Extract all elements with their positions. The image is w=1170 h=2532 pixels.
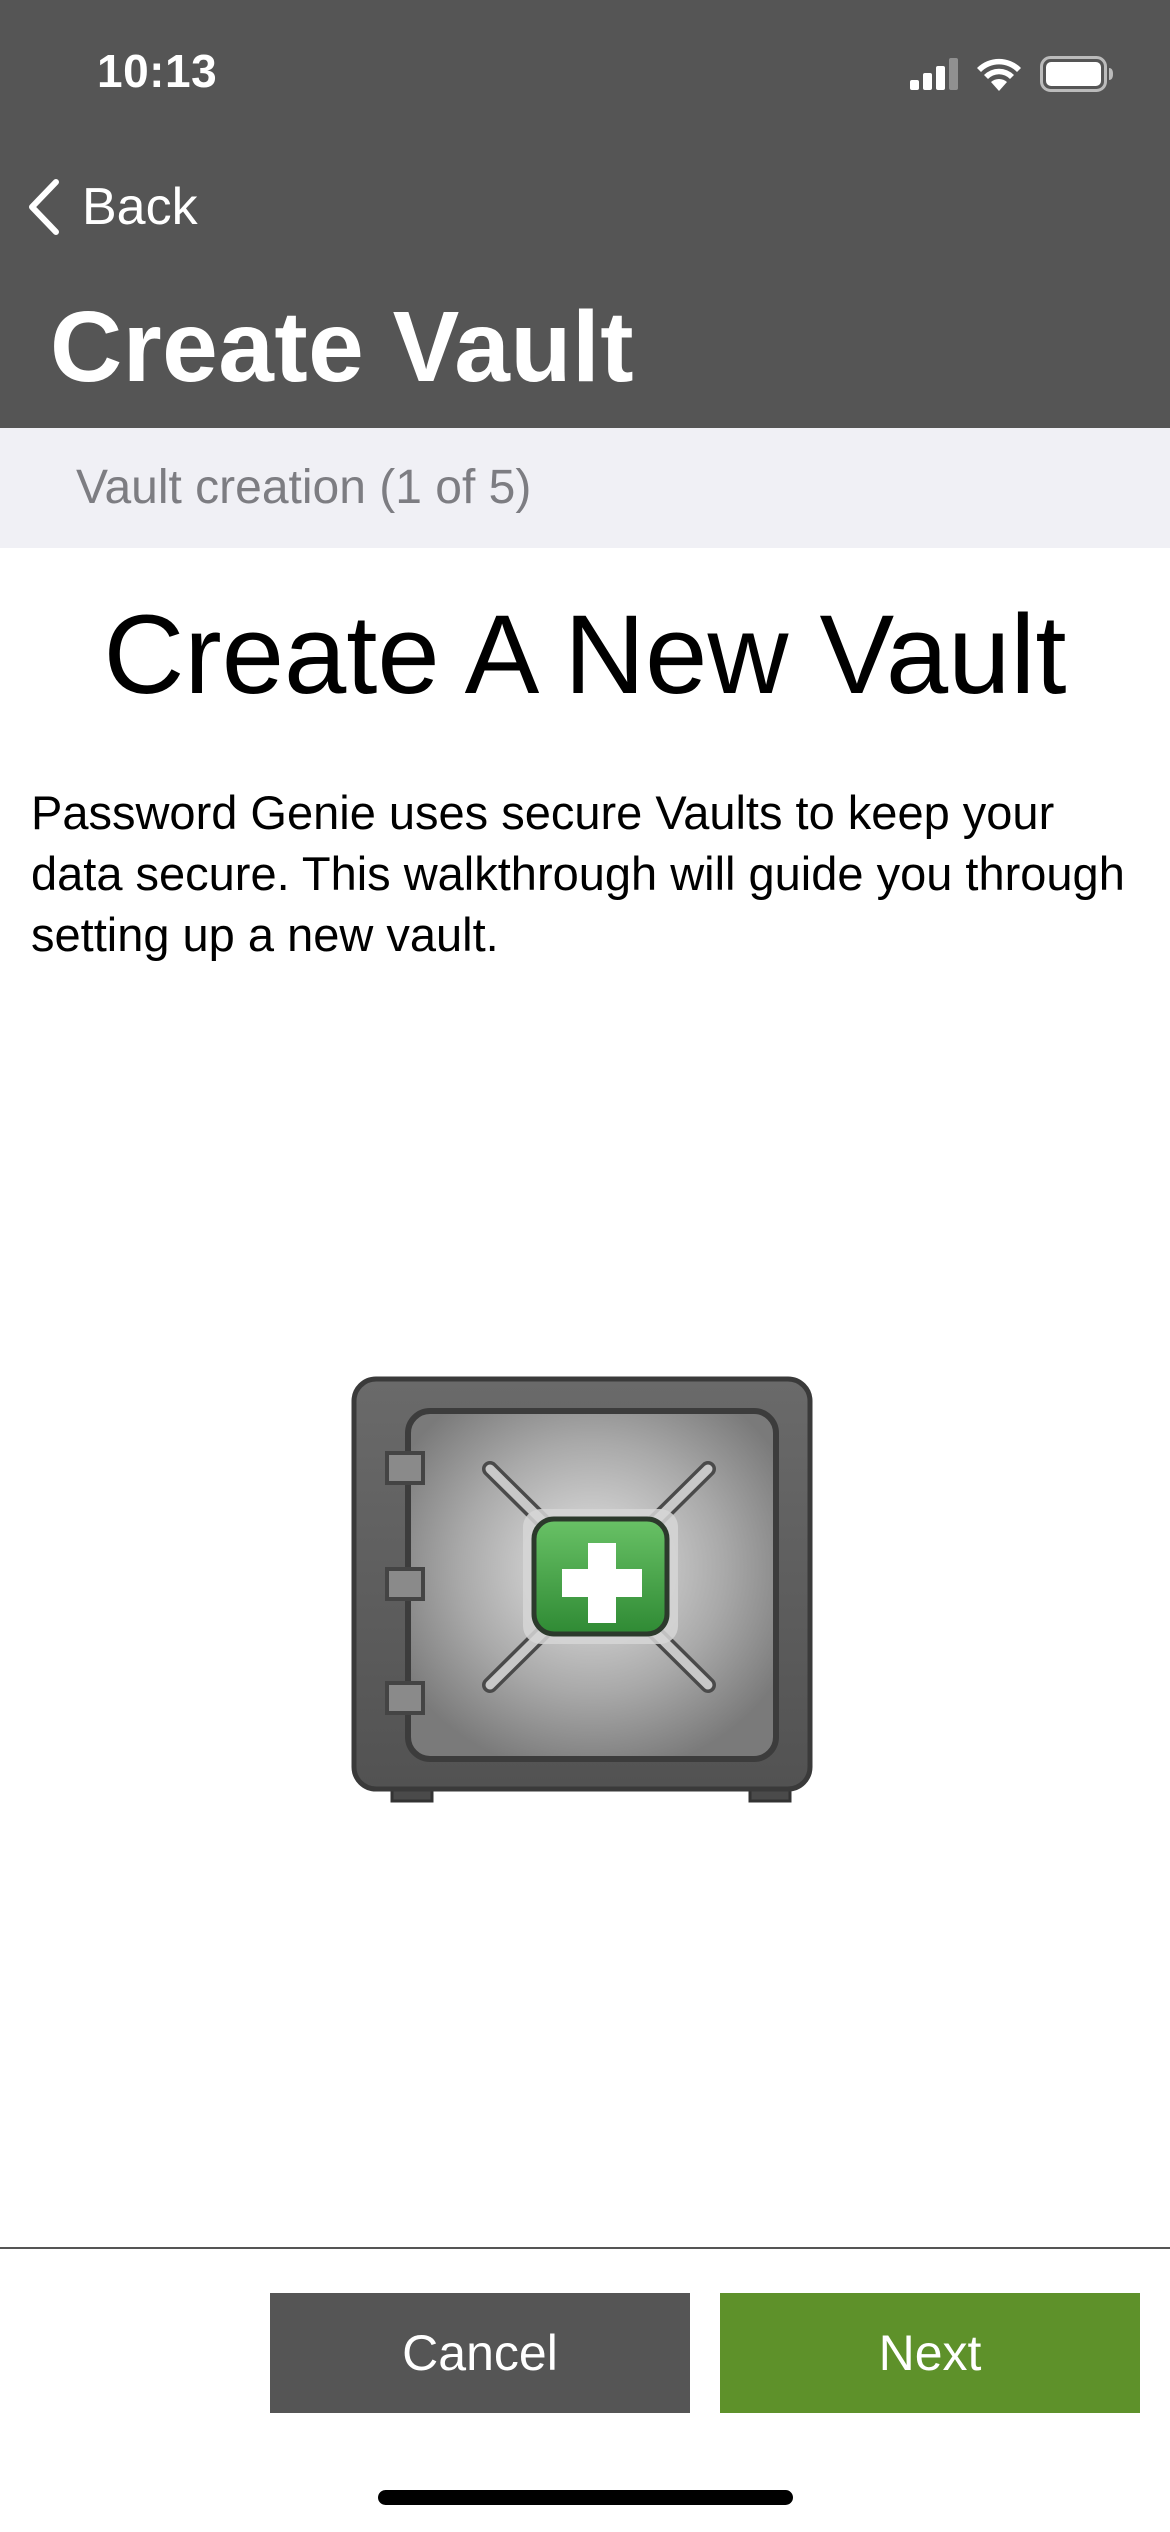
back-label: Back [82,178,198,236]
footer-divider [0,2247,1170,2249]
section-label: Vault creation (1 of 5) [76,461,532,514]
home-indicator[interactable] [378,2490,793,2505]
next-button[interactable]: Next [720,2293,1140,2413]
cellular-signal-icon [910,58,958,90]
main-heading: Create A New Vault [103,592,1067,717]
intro-description: Password Genie uses secure Vaults to kee… [31,786,1125,961]
chevron-left-icon [29,179,59,235]
battery-icon [1040,56,1113,92]
back-button[interactable]: Back [26,172,198,242]
status-icons [910,52,1114,96]
section-header: Vault creation (1 of 5) [0,428,1170,548]
page-title: Create Vault [50,291,635,403]
wifi-icon [977,58,1021,91]
navigation-header: 10:13 Back Create Vault [0,0,1170,428]
cancel-button[interactable]: Cancel [270,2293,690,2413]
status-time: 10:13 [97,45,218,97]
vault-add-icon [351,1376,813,1803]
